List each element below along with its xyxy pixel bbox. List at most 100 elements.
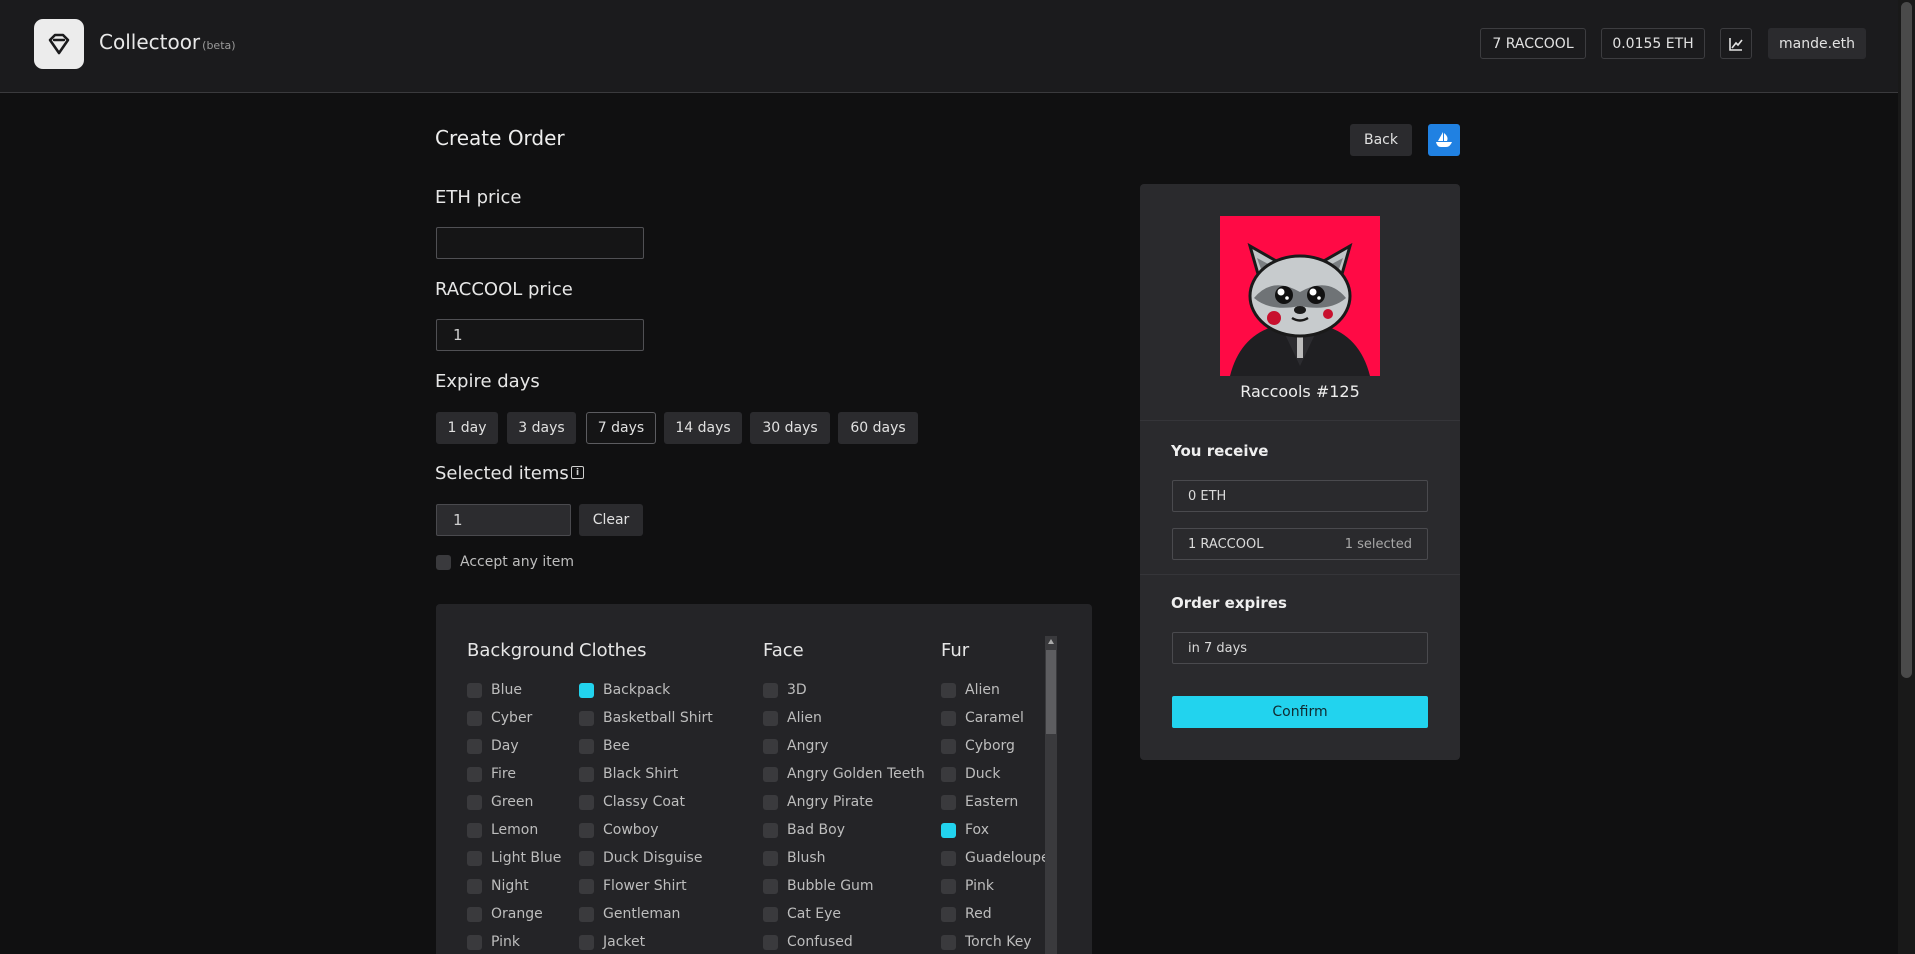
chart-button[interactable] <box>1720 28 1752 59</box>
trait-checkbox[interactable] <box>763 766 778 782</box>
trait-checkbox[interactable] <box>467 878 482 894</box>
trait-item[interactable]: Classy Coat <box>579 788 713 816</box>
trait-checkbox[interactable] <box>579 738 594 754</box>
trait-checkbox[interactable] <box>579 766 594 782</box>
trait-item[interactable]: Bee <box>579 732 713 760</box>
trait-item[interactable]: Bad Boy <box>763 816 925 844</box>
trait-item[interactable]: Light Blue <box>467 844 574 872</box>
trait-item[interactable]: Backpack <box>579 676 713 704</box>
trait-item[interactable]: Flower Shirt <box>579 872 713 900</box>
info-icon[interactable]: i <box>571 466 584 479</box>
opensea-button[interactable] <box>1428 124 1460 156</box>
trait-checkbox[interactable] <box>579 850 594 866</box>
trait-checkbox[interactable] <box>763 710 778 726</box>
trait-item[interactable]: Guadeloupe <box>941 844 1050 872</box>
trait-checkbox[interactable] <box>763 906 778 922</box>
trait-item[interactable]: Cyborg <box>941 732 1050 760</box>
trait-checkbox[interactable] <box>941 878 956 894</box>
raccool-balance-button[interactable]: 7 RACCOOL <box>1480 28 1586 59</box>
page-scrollbar-thumb[interactable] <box>1901 2 1912 678</box>
trait-checkbox[interactable] <box>763 738 778 754</box>
trait-checkbox[interactable] <box>941 850 956 866</box>
trait-checkbox[interactable] <box>579 710 594 726</box>
trait-checkbox[interactable] <box>467 794 482 810</box>
trait-item[interactable]: Alien <box>763 704 925 732</box>
trait-checkbox[interactable] <box>941 738 956 754</box>
trait-item[interactable]: Torch Key <box>941 928 1050 954</box>
clear-button[interactable]: Clear <box>579 504 643 536</box>
trait-item[interactable]: Eastern <box>941 788 1050 816</box>
trait-item[interactable]: Confused <box>763 928 925 954</box>
trait-item[interactable]: Day <box>467 732 574 760</box>
trait-checkbox[interactable] <box>763 850 778 866</box>
trait-checkbox[interactable] <box>579 878 594 894</box>
expire-14-days-button[interactable]: 14 days <box>664 412 742 444</box>
trait-checkbox-checked[interactable] <box>941 822 956 838</box>
trait-item[interactable]: Green <box>467 788 574 816</box>
back-button[interactable]: Back <box>1350 124 1412 156</box>
traits-scrollbar-thumb[interactable] <box>1046 650 1056 734</box>
trait-checkbox[interactable] <box>941 766 956 782</box>
traits-scrollbar[interactable] <box>1045 636 1057 954</box>
trait-item[interactable]: Cat Eye <box>763 900 925 928</box>
raccool-price-input[interactable]: 1 <box>436 319 644 351</box>
expire-30-days-button[interactable]: 30 days <box>750 412 830 444</box>
expire-60-days-button[interactable]: 60 days <box>838 412 918 444</box>
trait-item[interactable]: Blush <box>763 844 925 872</box>
app-logo[interactable] <box>34 19 84 69</box>
trait-checkbox[interactable] <box>763 794 778 810</box>
trait-item[interactable]: Lemon <box>467 816 574 844</box>
trait-item[interactable]: Pink <box>941 872 1050 900</box>
trait-checkbox[interactable] <box>467 682 482 698</box>
trait-item[interactable]: Duck <box>941 760 1050 788</box>
trait-item[interactable]: Angry Golden Teeth <box>763 760 925 788</box>
trait-checkbox[interactable] <box>467 822 482 838</box>
confirm-button[interactable]: Confirm <box>1172 696 1428 728</box>
trait-checkbox[interactable] <box>467 934 482 950</box>
trait-checkbox[interactable] <box>467 766 482 782</box>
trait-checkbox[interactable] <box>467 850 482 866</box>
trait-checkbox[interactable] <box>941 682 956 698</box>
trait-item[interactable]: Jacket <box>579 928 713 954</box>
trait-item[interactable]: Night <box>467 872 574 900</box>
trait-item[interactable]: Orange <box>467 900 574 928</box>
trait-item[interactable]: Angry Pirate <box>763 788 925 816</box>
trait-checkbox[interactable] <box>763 878 778 894</box>
trait-item[interactable]: 3D <box>763 676 925 704</box>
trait-checkbox[interactable] <box>941 794 956 810</box>
trait-checkbox[interactable] <box>579 794 594 810</box>
trait-item[interactable]: Basketball Shirt <box>579 704 713 732</box>
trait-checkbox[interactable] <box>467 738 482 754</box>
selected-items-input[interactable]: 1 <box>436 504 571 536</box>
trait-checkbox[interactable] <box>941 710 956 726</box>
account-button[interactable]: mande.eth <box>1768 28 1866 59</box>
trait-checkbox[interactable] <box>579 822 594 838</box>
trait-item[interactable]: Bubble Gum <box>763 872 925 900</box>
trait-checkbox[interactable] <box>763 934 778 950</box>
trait-checkbox[interactable] <box>579 934 594 950</box>
accept-any-item[interactable]: Accept any item <box>436 554 574 570</box>
scroll-up-arrow-icon[interactable] <box>1048 639 1054 644</box>
trait-checkbox[interactable] <box>763 822 778 838</box>
trait-checkbox-checked[interactable] <box>579 682 594 698</box>
trait-item[interactable]: Cyber <box>467 704 574 732</box>
trait-item[interactable]: Blue <box>467 676 574 704</box>
trait-item[interactable]: Cowboy <box>579 816 713 844</box>
trait-item[interactable]: Gentleman <box>579 900 713 928</box>
trait-checkbox[interactable] <box>467 710 482 726</box>
eth-balance-button[interactable]: 0.0155 ETH <box>1601 28 1705 59</box>
expire-1-day-button[interactable]: 1 day <box>436 412 498 444</box>
accept-any-checkbox[interactable] <box>436 554 451 570</box>
page-scrollbar[interactable] <box>1898 0 1915 954</box>
trait-item[interactable]: Duck Disguise <box>579 844 713 872</box>
expire-7-days-button[interactable]: 7 days <box>586 412 656 444</box>
trait-item[interactable]: Fire <box>467 760 574 788</box>
trait-item[interactable]: Caramel <box>941 704 1050 732</box>
trait-item[interactable]: Black Shirt <box>579 760 713 788</box>
trait-checkbox[interactable] <box>941 906 956 922</box>
trait-checkbox[interactable] <box>763 682 778 698</box>
trait-item[interactable]: Angry <box>763 732 925 760</box>
trait-item[interactable]: Fox <box>941 816 1050 844</box>
trait-checkbox[interactable] <box>579 906 594 922</box>
eth-price-input[interactable] <box>436 227 644 259</box>
